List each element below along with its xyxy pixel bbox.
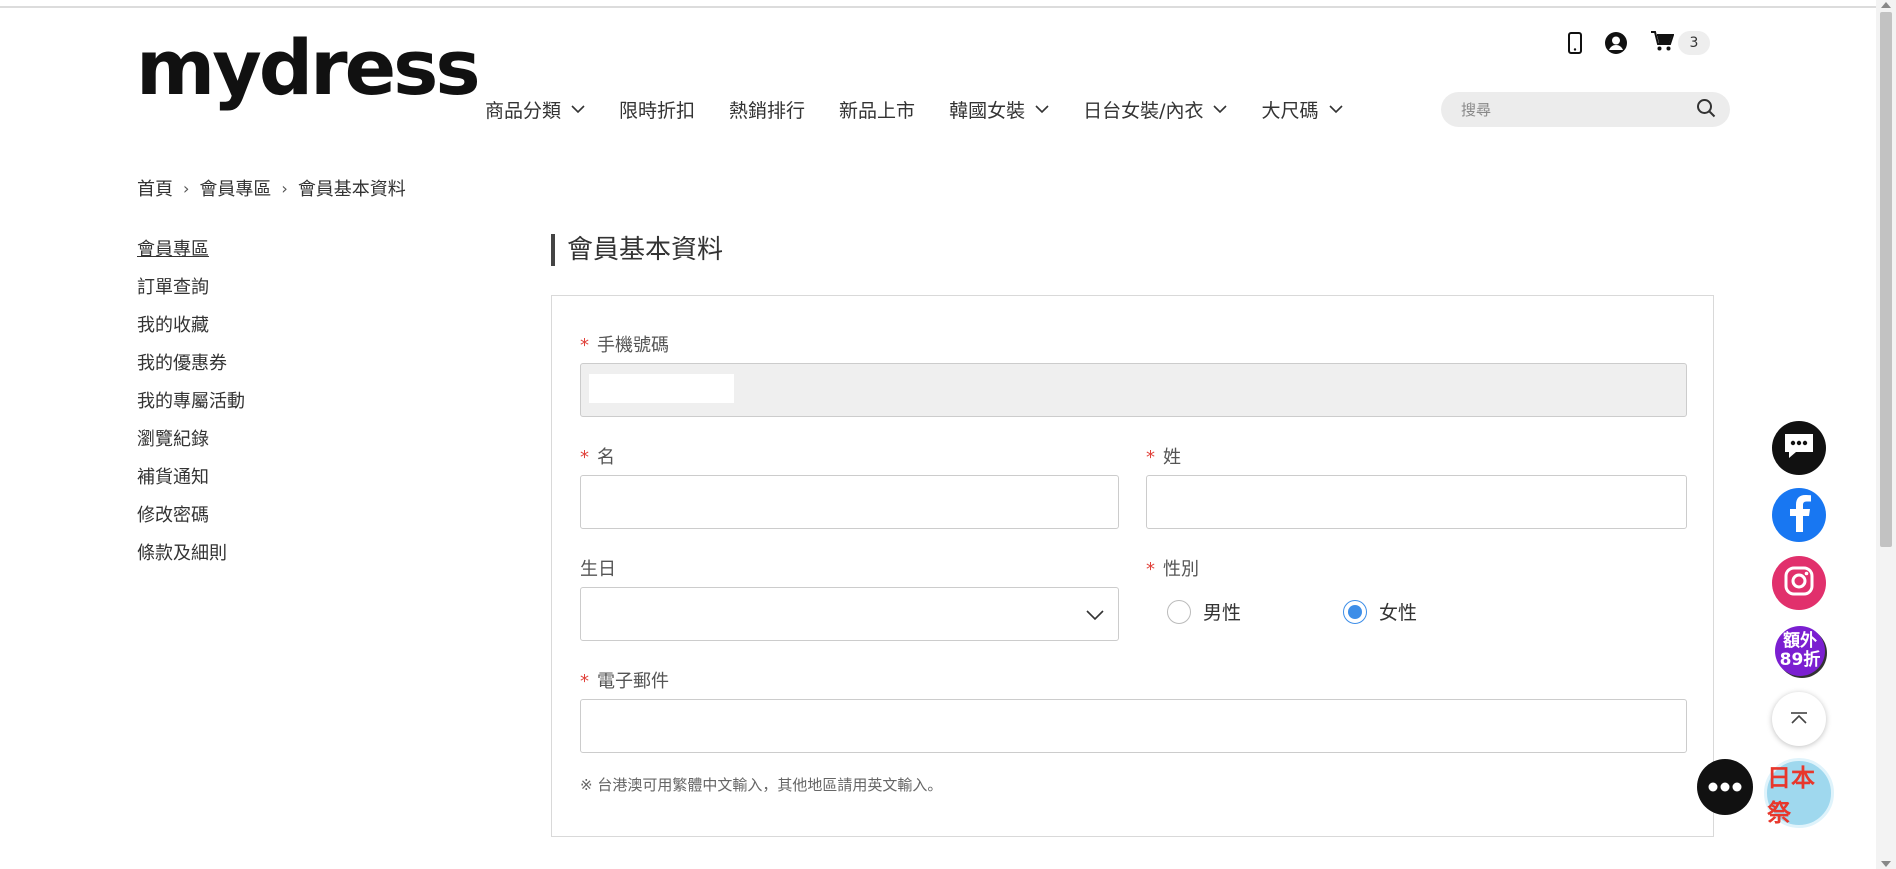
facebook-icon bbox=[1786, 494, 1812, 536]
nav-item-new-arrivals[interactable]: 新品上市 bbox=[839, 96, 915, 123]
gender-option-label: 女性 bbox=[1379, 602, 1418, 624]
cart-button[interactable]: 3 bbox=[1650, 30, 1710, 56]
sidebar-item-browsing-history[interactable]: 瀏覽紀錄 bbox=[137, 428, 245, 466]
sidebar-item-change-password[interactable]: 修改密碼 bbox=[137, 504, 245, 542]
sidebar-item-terms[interactable]: 條款及細則 bbox=[137, 542, 245, 580]
birthday-label: 生日 bbox=[580, 559, 616, 580]
nav-item-flash-sale[interactable]: 限時折扣 bbox=[619, 96, 695, 123]
facebook-button[interactable] bbox=[1772, 488, 1826, 542]
chevron-down-icon bbox=[1086, 606, 1104, 625]
email-label-text: 電子郵件 bbox=[597, 671, 669, 692]
email-input[interactable] bbox=[580, 699, 1687, 753]
required-mark: * bbox=[1146, 447, 1155, 468]
user-account-icon[interactable] bbox=[1604, 31, 1628, 55]
required-mark: * bbox=[580, 671, 589, 692]
sidebar-item-favorites[interactable]: 我的收藏 bbox=[137, 314, 245, 352]
radio-circle-selected[interactable] bbox=[1343, 599, 1367, 624]
nav-item-label: 日台女裝/內衣 bbox=[1083, 100, 1204, 122]
nav-item-bestsellers[interactable]: 熱銷排行 bbox=[729, 96, 805, 123]
instagram-button[interactable] bbox=[1772, 556, 1826, 610]
required-mark: * bbox=[580, 447, 589, 468]
brand-logo[interactable]: mydress bbox=[136, 30, 481, 106]
gender-label: * 性別 bbox=[1146, 555, 1199, 581]
promo-line-1: 額外 bbox=[1783, 631, 1817, 651]
nav-item-label: 商品分類 bbox=[485, 100, 562, 122]
gender-radio-female[interactable]: 女性 bbox=[1343, 598, 1417, 625]
sidebar-item-orders[interactable]: 訂單查詢 bbox=[137, 276, 245, 314]
chevron-down-icon bbox=[1035, 105, 1049, 114]
sidebar-item-restock-notice[interactable]: 補貨通知 bbox=[137, 466, 245, 504]
festival-label: 日本祭 bbox=[1767, 764, 1815, 827]
profile-form: * 手機號碼 * 名 * 姓 生日 * 性別 男性 女性 * 電子郵件 ※ 台港澳可用繁體… bbox=[551, 295, 1714, 837]
gender-label-text: 性別 bbox=[1163, 559, 1199, 580]
page-scrollbar[interactable] bbox=[1876, 0, 1896, 869]
nav-item-japan-taiwan-fashion[interactable]: 日台女裝/內衣 bbox=[1083, 96, 1228, 123]
sidebar-item-exclusive-events[interactable]: 我的專屬活動 bbox=[137, 390, 245, 428]
instagram-icon bbox=[1784, 566, 1814, 600]
chat-bubble-icon bbox=[1782, 431, 1816, 465]
phone-value-redacted bbox=[589, 374, 734, 403]
chevron-down-icon bbox=[571, 105, 585, 114]
extra-discount-promo-button[interactable]: 額外 89折 bbox=[1775, 626, 1825, 676]
sidebar-item-member-area[interactable]: 會員專區 bbox=[137, 238, 245, 276]
main-nav: 商品分類 限時折扣 熱銷排行 新品上市 韓國女裝 日台女裝/內衣 大尺碼 bbox=[485, 96, 1377, 123]
gender-option-label: 男性 bbox=[1203, 602, 1242, 624]
header-icons: 3 bbox=[1568, 30, 1710, 56]
page-title: 會員基本資料 bbox=[551, 234, 723, 266]
chat-dots-icon bbox=[1707, 778, 1743, 797]
chevron-down-icon bbox=[1213, 105, 1228, 114]
promo-line-2: 89折 bbox=[1779, 650, 1821, 670]
sidebar-item-coupons[interactable]: 我的優惠券 bbox=[137, 352, 245, 390]
gender-radio-male[interactable]: 男性 bbox=[1167, 598, 1241, 625]
scrollbar-thumb[interactable] bbox=[1880, 12, 1892, 547]
top-border bbox=[0, 6, 1876, 8]
chevron-right-icon: › bbox=[183, 178, 190, 198]
search-bar bbox=[1441, 92, 1730, 127]
nav-item-label: 新品上市 bbox=[839, 100, 916, 122]
chevron-right-icon: › bbox=[281, 178, 288, 198]
arrow-up-icon bbox=[1789, 710, 1809, 729]
search-icon[interactable] bbox=[1696, 98, 1716, 122]
scroll-up-arrow-icon[interactable] bbox=[1881, 2, 1891, 8]
breadcrumb-home[interactable]: 首頁 bbox=[137, 175, 173, 201]
phone-field bbox=[580, 363, 1687, 417]
shopping-cart-icon bbox=[1650, 30, 1675, 56]
mobile-phone-icon[interactable] bbox=[1568, 32, 1582, 54]
birthday-select[interactable] bbox=[580, 587, 1119, 641]
search-input[interactable] bbox=[1461, 100, 1696, 119]
nav-item-categories[interactable]: 商品分類 bbox=[485, 96, 585, 123]
cart-count-badge: 3 bbox=[1678, 31, 1710, 55]
nav-item-korean-fashion[interactable]: 韓國女裝 bbox=[949, 96, 1049, 123]
nav-item-label: 限時折扣 bbox=[619, 100, 696, 122]
breadcrumb: 首頁 › 會員專區 › 會員基本資料 bbox=[137, 175, 406, 201]
first-name-input[interactable] bbox=[580, 475, 1119, 529]
live-chat-button[interactable] bbox=[1697, 759, 1753, 815]
first-name-label: * 名 bbox=[580, 443, 615, 469]
nav-item-label: 大尺碼 bbox=[1261, 100, 1319, 122]
breadcrumb-member-area[interactable]: 會員專區 bbox=[199, 175, 271, 201]
breadcrumb-current: 會員基本資料 bbox=[297, 179, 406, 200]
japan-festival-promo-button[interactable]: 日本祭 bbox=[1764, 758, 1834, 828]
required-mark: * bbox=[1146, 559, 1155, 580]
nav-item-label: 熱銷排行 bbox=[729, 100, 806, 122]
chevron-down-icon bbox=[1328, 105, 1343, 114]
member-sidebar: 會員專區 訂單查詢 我的收藏 我的優惠券 我的專屬活動 瀏覽紀錄 補貨通知 修改… bbox=[137, 238, 245, 580]
nav-item-plus-size[interactable]: 大尺碼 bbox=[1261, 96, 1343, 123]
phone-label: * 手機號碼 bbox=[580, 331, 669, 357]
first-name-label-text: 名 bbox=[597, 447, 615, 468]
last-name-label-text: 姓 bbox=[1163, 447, 1181, 468]
back-to-top-button[interactable] bbox=[1772, 692, 1826, 746]
required-mark: * bbox=[580, 335, 589, 356]
nav-item-label: 韓國女裝 bbox=[949, 100, 1026, 122]
chat-message-button[interactable] bbox=[1772, 421, 1826, 475]
phone-label-text: 手機號碼 bbox=[597, 335, 669, 356]
scroll-down-arrow-icon[interactable] bbox=[1881, 861, 1891, 867]
last-name-input[interactable] bbox=[1146, 475, 1687, 529]
email-label: * 電子郵件 bbox=[580, 667, 669, 693]
input-note: ※ 台港澳可用繁體中文輸入，其他地區請用英文輸入。 bbox=[580, 776, 943, 794]
radio-circle[interactable] bbox=[1167, 599, 1191, 624]
last-name-label: * 姓 bbox=[1146, 443, 1181, 469]
